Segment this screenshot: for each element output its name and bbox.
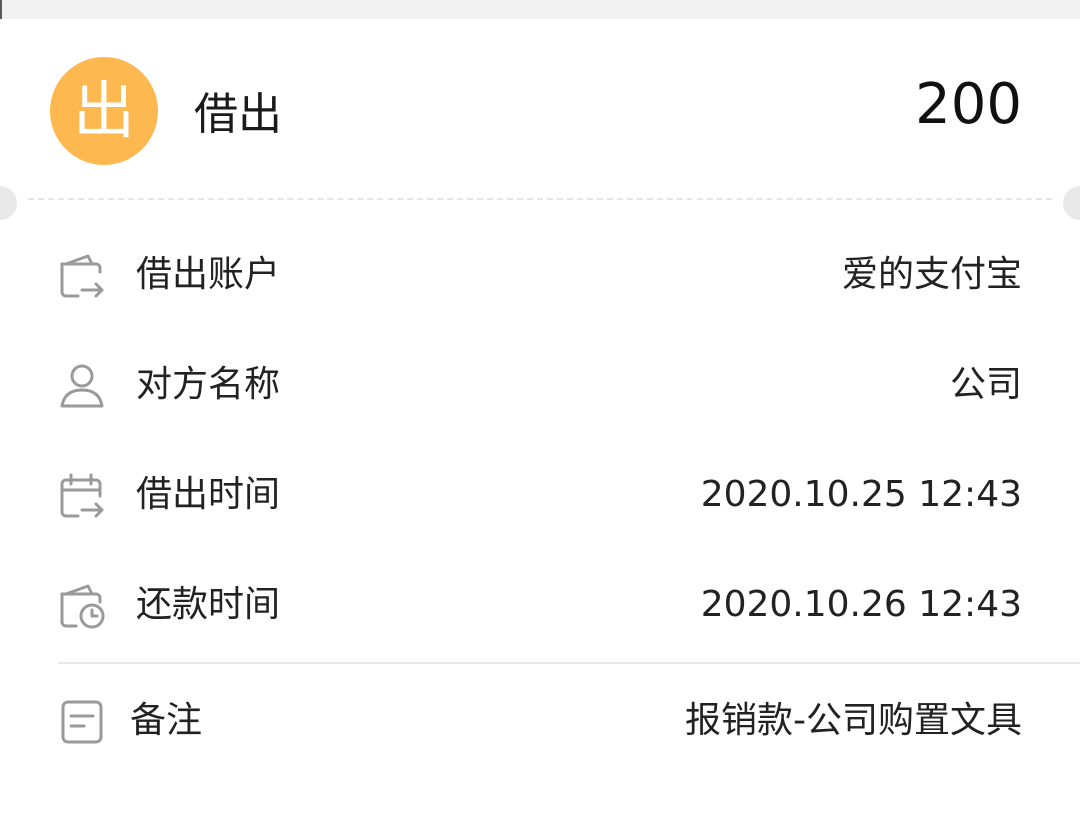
wallet-clock-icon xyxy=(60,584,105,629)
row-value: 公司 xyxy=(949,364,1022,405)
person-icon xyxy=(60,364,104,408)
record-header: 出 借出 200 xyxy=(0,19,1080,199)
row-value: 2020.10.25 12:43 xyxy=(700,474,1022,515)
row-value: 爱的支付宝 xyxy=(841,254,1022,295)
row-label: 借出账户 xyxy=(136,254,281,295)
row-label: 对方名称 xyxy=(136,364,281,405)
record-amount: 200 xyxy=(915,72,1022,137)
row-label: 借出时间 xyxy=(136,474,281,515)
row-value: 2020.10.26 12:43 xyxy=(700,584,1022,625)
type-glyph: 出 xyxy=(72,74,135,147)
detail-row-account: 借出账户 爱的支付宝 xyxy=(0,246,1080,306)
detail-row-repay-time: 还款时间 2020.10.26 12:43 xyxy=(0,576,1080,636)
note-icon xyxy=(61,700,103,744)
record-type-label: 借出 xyxy=(194,89,282,140)
section-divider xyxy=(58,662,1080,664)
record-detail-card: 出 借出 200 借出账户 爱的支付宝 对方名称 公司 借出时间 2020.10… xyxy=(0,19,1080,838)
dashed-separator xyxy=(28,198,1052,200)
row-label: 备注 xyxy=(130,700,203,741)
row-value: 报销款-公司购置文具 xyxy=(685,700,1022,741)
detail-row-lend-time: 借出时间 2020.10.25 12:43 xyxy=(0,466,1080,526)
calendar-transfer-icon xyxy=(60,473,104,518)
detail-row-note: 备注 报销款-公司购置文具 xyxy=(0,692,1080,752)
row-label: 还款时间 xyxy=(136,584,281,625)
detail-row-counterparty: 对方名称 公司 xyxy=(0,356,1080,416)
loan-out-type-badge: 出 xyxy=(50,57,158,165)
wallet-transfer-icon xyxy=(60,254,104,298)
